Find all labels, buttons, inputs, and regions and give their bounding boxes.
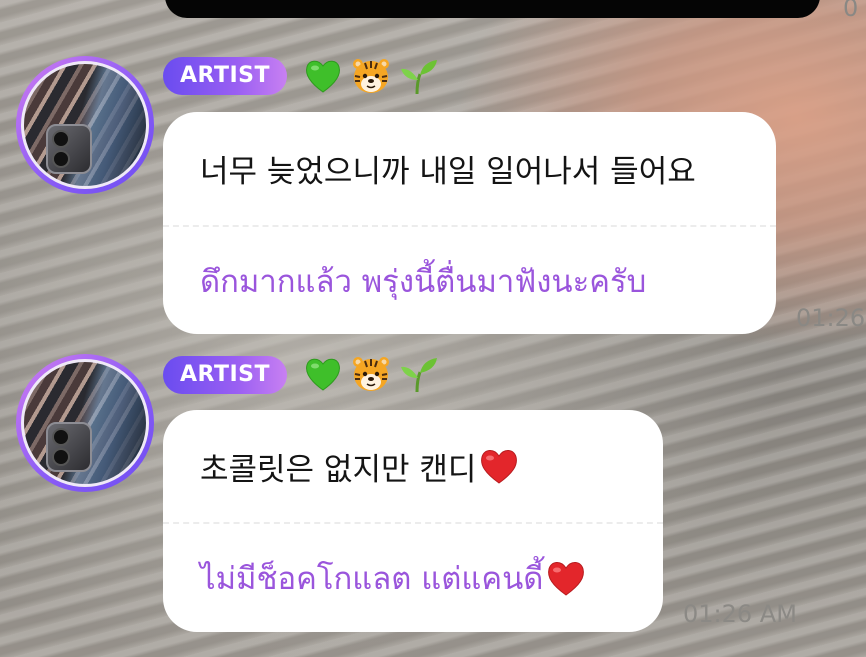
translated-message-text: ดึกมากแล้ว พรุ่งนี้ตื่นมาฟังนะครับ xyxy=(200,263,647,300)
seedling-icon xyxy=(401,60,437,95)
timestamp-partial-middle: 01:26 xyxy=(796,304,866,332)
artist-avatar[interactable] xyxy=(16,354,154,492)
phone-image xyxy=(46,422,92,472)
tiger-face-icon xyxy=(353,59,389,93)
green-heart-icon xyxy=(306,60,340,93)
translated-message-text: ไม่มีช็อคโกแลต แต่แคนดี้ xyxy=(200,561,544,597)
avatar-photo xyxy=(21,359,149,487)
phone-image xyxy=(46,124,92,174)
tiger-face-icon xyxy=(353,357,389,391)
top-banner xyxy=(165,0,820,18)
artist-badge: ARTIST xyxy=(163,57,288,95)
timestamp-partial-top: 0 xyxy=(843,0,859,22)
red-heart-icon xyxy=(481,450,518,484)
original-message-text: 너무 늦었으니까 내일 일어나서 들어요 xyxy=(200,154,696,190)
message-bubble[interactable]: 초콜릿은 없지만 캔디 ไม่มีช็อคโกแลต แต่แคนดี้ xyxy=(163,410,663,632)
seedling-icon xyxy=(401,358,437,393)
reaction-emojis xyxy=(303,351,439,397)
message-bubble[interactable]: 너무 늦었으니까 내일 일어나서 들어요 ดึกมากแล้ว พรุ่งนี้… xyxy=(163,112,776,334)
green-heart-icon xyxy=(306,358,340,391)
message-timestamp: 01:26 AM xyxy=(683,600,797,628)
original-message-text: 초콜릿은 없지만 캔디 xyxy=(200,451,477,488)
original-message-line: 초콜릿은 없지만 캔디 xyxy=(163,410,663,522)
artist-avatar[interactable] xyxy=(16,56,154,194)
translated-message-line: ไม่มีช็อคโกแลต แต่แคนดี้ xyxy=(163,524,663,632)
reaction-emojis xyxy=(303,53,439,99)
artist-badge: ARTIST xyxy=(163,356,288,394)
red-heart-icon xyxy=(548,562,585,596)
avatar-photo xyxy=(21,61,149,189)
